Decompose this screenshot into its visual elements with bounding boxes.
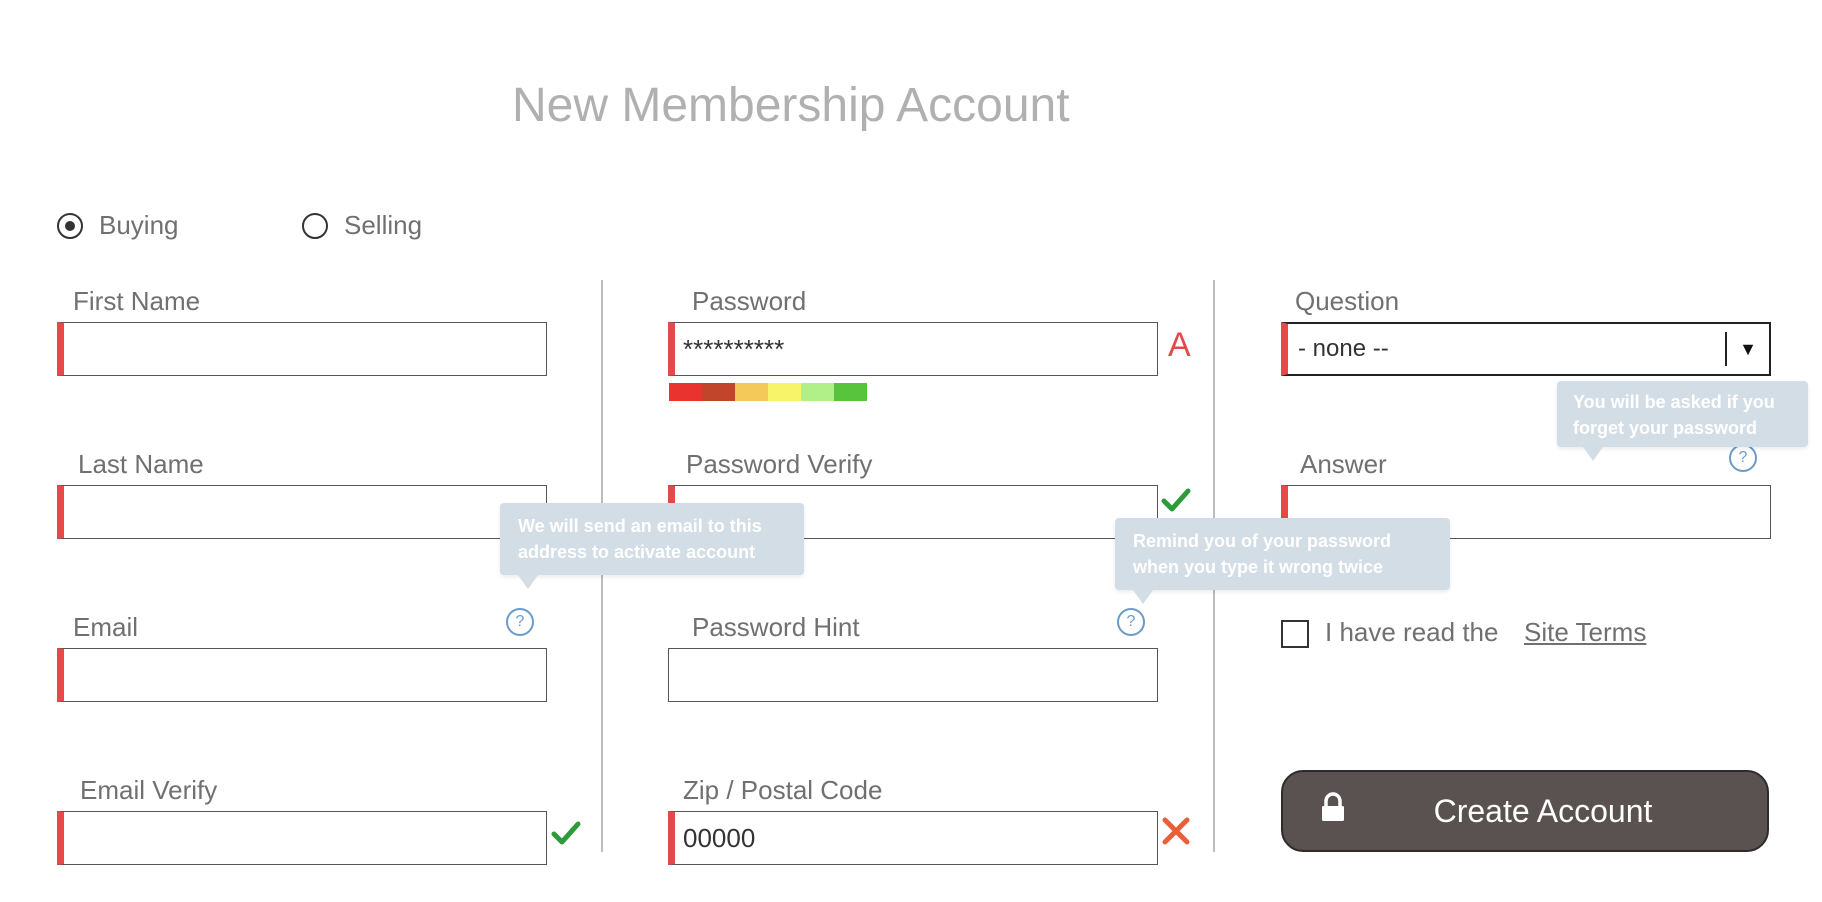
password-hint-label: Password Hint xyxy=(692,612,860,642)
answer-tooltip: You will be asked if you forget your pas… xyxy=(1557,381,1808,461)
answer-tooltip-text: You will be asked if you forget your pas… xyxy=(1573,392,1775,438)
password-hint-tooltip-text: Remind you of your password when you typ… xyxy=(1133,531,1392,577)
radio-selling-circle[interactable] xyxy=(302,212,328,239)
password-verify-label: Password Verify xyxy=(686,449,873,479)
strength-segment xyxy=(801,383,834,401)
email-tooltip: We will send an email to this address to… xyxy=(500,503,804,589)
zip-field[interactable] xyxy=(668,811,1158,865)
terms-text: I have read the xyxy=(1325,617,1499,647)
zip-input[interactable] xyxy=(683,812,1157,864)
strength-segment xyxy=(735,383,768,401)
password-label: Password xyxy=(692,286,807,316)
radio-buying-circle[interactable] xyxy=(57,212,83,239)
email-verify-field[interactable] xyxy=(57,811,547,865)
email-tooltip-text: We will send an email to this address to… xyxy=(518,516,762,562)
first-name-label: First Name xyxy=(73,286,201,316)
strength-segment xyxy=(669,383,702,401)
password-field[interactable]: ********** xyxy=(668,322,1158,376)
strength-segment xyxy=(768,383,801,401)
create-account-button[interactable]: Create Account xyxy=(1281,770,1769,852)
password-hint-field[interactable] xyxy=(668,648,1158,702)
email-field[interactable] xyxy=(57,648,547,702)
password-strength-meter xyxy=(669,383,867,401)
password-warning-icon: A xyxy=(1168,326,1191,364)
password-hint-tooltip-tail xyxy=(1133,590,1153,604)
radio-buying-label: Buying xyxy=(99,210,179,240)
zip-error-cross-icon xyxy=(1161,816,1191,846)
answer-label: Answer xyxy=(1300,449,1387,479)
strength-segment xyxy=(702,383,735,401)
last-name-label: Last Name xyxy=(78,449,204,479)
zip-label: Zip / Postal Code xyxy=(683,775,883,805)
email-input[interactable] xyxy=(72,649,546,701)
answer-help-icon[interactable]: ? xyxy=(1729,444,1757,472)
question-label: Question xyxy=(1295,286,1400,316)
triangle-down-icon[interactable]: ▼ xyxy=(1727,339,1769,360)
answer-tooltip-tail xyxy=(1583,447,1603,461)
page-title: New Membership Account xyxy=(512,79,1070,132)
email-tooltip-tail xyxy=(518,575,538,589)
last-name-field[interactable] xyxy=(57,485,547,539)
password-value: ********** xyxy=(683,333,785,364)
strength-segment xyxy=(834,383,867,401)
question-select[interactable]: - none -- ▼ xyxy=(1281,322,1771,376)
password-hint-help-icon[interactable]: ? xyxy=(1117,608,1145,636)
last-name-input[interactable] xyxy=(72,486,546,538)
password-hint-input[interactable] xyxy=(681,649,1157,701)
radio-selling[interactable]: Selling xyxy=(302,210,422,241)
email-verify-input[interactable] xyxy=(72,812,546,864)
radio-buying[interactable]: Buying xyxy=(57,210,179,241)
first-name-input[interactable] xyxy=(72,323,546,375)
question-selected-value: - none -- xyxy=(1298,335,1389,362)
first-name-field[interactable] xyxy=(57,322,547,376)
password-verify-check-icon xyxy=(1161,485,1191,515)
email-help-icon[interactable]: ? xyxy=(506,608,534,636)
terms-checkbox[interactable] xyxy=(1281,620,1309,648)
email-verify-check-icon xyxy=(551,818,581,848)
site-terms-link[interactable]: Site Terms xyxy=(1524,617,1646,648)
email-label: Email xyxy=(73,612,139,642)
lock-icon xyxy=(1319,792,1347,830)
radio-selling-label: Selling xyxy=(344,210,423,240)
password-hint-tooltip: Remind you of your password when you typ… xyxy=(1115,518,1450,604)
email-verify-label: Email Verify xyxy=(80,775,218,805)
create-account-label: Create Account xyxy=(1433,792,1653,829)
